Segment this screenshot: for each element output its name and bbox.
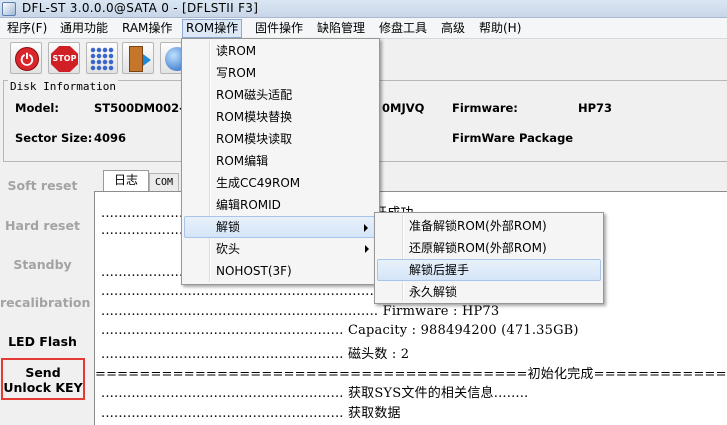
menu-advanced[interactable]: 高级 <box>437 19 469 38</box>
title-bar: DFL-ST 3.0.0.0@SATA 0 - [DFLSTII F3] <box>0 0 727 18</box>
submenu-arrow-icon <box>364 224 368 232</box>
door-icon <box>129 46 143 72</box>
power-button[interactable]: ⏻ <box>10 42 42 74</box>
disk-info-legend: Disk Information <box>8 80 118 93</box>
recalibration-button[interactable]: recalibration <box>0 295 90 333</box>
rom-dropdown-menu: 读ROM 写ROM ROM磁头适配 ROM模块替换 ROM模块读取 ROM编辑 … <box>181 38 380 285</box>
tab-com[interactable]: COM <box>149 173 179 191</box>
menu-item-unlock-label: 解锁 <box>216 220 241 234</box>
menu-item-unlock[interactable]: 解锁 <box>184 216 377 238</box>
menu-item-prepare-unlock-rom[interactable]: 准备解锁ROM(外部ROM) <box>377 215 601 237</box>
sector-size-value: 4096 <box>94 131 127 145</box>
menu-item-nohost[interactable]: NOHOST(3F) <box>184 260 377 282</box>
tab-log[interactable]: 日志 <box>103 170 149 191</box>
menu-item-restore-unlock-rom[interactable]: 还原解锁ROM(外部ROM) <box>377 237 601 259</box>
menu-item-rom-module-read[interactable]: ROM模块读取 <box>184 128 377 150</box>
exit-button[interactable] <box>122 42 154 74</box>
log-line: ........................................… <box>101 323 579 338</box>
menu-item-read-rom[interactable]: 读ROM <box>184 40 377 62</box>
menu-item-rom-head-adapt[interactable]: ROM磁头适配 <box>184 84 377 106</box>
model-value: ST500DM002-1 <box>94 101 192 115</box>
menu-item-rom-module-replace[interactable]: ROM模块替换 <box>184 106 377 128</box>
log-line: ........................................… <box>101 406 401 421</box>
menu-ram[interactable]: RAM操作 <box>118 19 176 38</box>
menu-rom[interactable]: ROM操作 <box>182 19 243 38</box>
menu-general[interactable]: 通用功能 <box>56 19 112 38</box>
grid-icon <box>90 47 114 71</box>
send-unlock-line2: Unlock KEY <box>3 380 83 395</box>
window-title: DFL-ST 3.0.0.0@SATA 0 - [DFLSTII F3] <box>22 1 259 15</box>
menu-item-cut-head-label: 砍头 <box>216 242 241 256</box>
stop-icon: STOP <box>51 46 78 72</box>
grid-button[interactable] <box>86 42 118 74</box>
firmware-value: HP73 <box>578 101 613 115</box>
menu-help[interactable]: 帮助(H) <box>475 19 525 38</box>
send-unlock-line1: Send <box>25 365 61 380</box>
menu-bar: 程序(F) 通用功能 RAM操作 ROM操作 固件操作 缺陷管理 修盘工具 高级… <box>0 18 727 39</box>
log-line: ........................................… <box>101 347 410 362</box>
arrow-icon <box>143 54 151 66</box>
menu-item-rom-edit[interactable]: ROM编辑 <box>184 150 377 172</box>
power-icon: ⏻ <box>15 47 39 71</box>
menu-item-permanent-unlock[interactable]: 永久解锁 <box>377 281 601 303</box>
log-line: ........................................… <box>101 386 529 401</box>
sector-size-label: Sector Size: <box>15 131 93 145</box>
standby-button[interactable]: Standby <box>0 257 85 295</box>
soft-reset-button[interactable]: Soft reset <box>0 178 85 216</box>
menu-firmware[interactable]: 固件操作 <box>251 19 307 38</box>
firmware-label: Firmware: <box>452 101 518 115</box>
submenu-arrow-icon <box>365 245 369 253</box>
model-label: Model: <box>15 101 59 115</box>
menu-item-cut-head[interactable]: 砍头 <box>184 238 377 260</box>
unlock-submenu: 准备解锁ROM(外部ROM) 还原解锁ROM(外部ROM) 解锁后握手 永久解锁 <box>374 212 604 304</box>
log-line: ........................................… <box>101 304 500 319</box>
menu-defects[interactable]: 缺陷管理 <box>313 19 369 38</box>
menu-item-write-rom[interactable]: 写ROM <box>184 62 377 84</box>
send-unlock-key-button[interactable]: Send Unlock KEY <box>1 358 85 400</box>
stop-button[interactable]: STOP <box>48 42 80 74</box>
log-line: =======================================初… <box>95 367 727 382</box>
menu-item-gen-cc49rom[interactable]: 生成CC49ROM <box>184 172 377 194</box>
menu-item-edit-romid[interactable]: 编辑ROMID <box>184 194 377 216</box>
menu-program[interactable]: 程序(F) <box>3 19 51 38</box>
app-icon <box>2 2 16 16</box>
hard-reset-button[interactable]: Hard reset <box>0 218 85 256</box>
menu-repair-tools[interactable]: 修盘工具 <box>375 19 431 38</box>
log-line: ........................................… <box>101 284 412 299</box>
firmware-package-label: FirmWare Package <box>452 131 574 145</box>
menu-item-handshake-after-unlock[interactable]: 解锁后握手 <box>377 259 601 281</box>
serial-value: 0MJVQ <box>382 101 425 115</box>
